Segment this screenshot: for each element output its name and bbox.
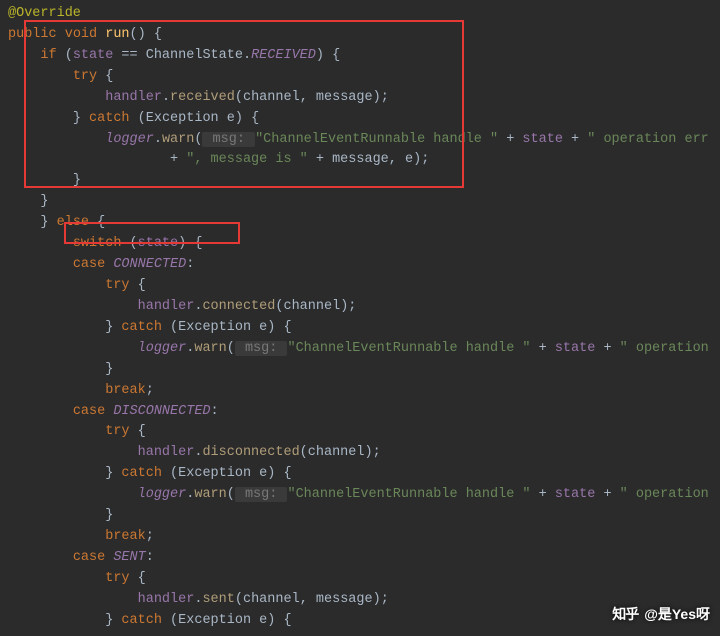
param-hint: msg: [235,487,288,502]
zhihu-logo-icon: 知乎 [612,604,638,626]
param-hint: msg: [235,341,288,356]
watermark-text: @是Yes呀 [644,604,710,626]
annotation: @Override [8,6,81,21]
watermark: 知乎 @是Yes呀 [612,604,710,626]
code-block: @Override public void run() { if (state … [0,0,720,636]
param-hint: msg: [202,132,255,147]
